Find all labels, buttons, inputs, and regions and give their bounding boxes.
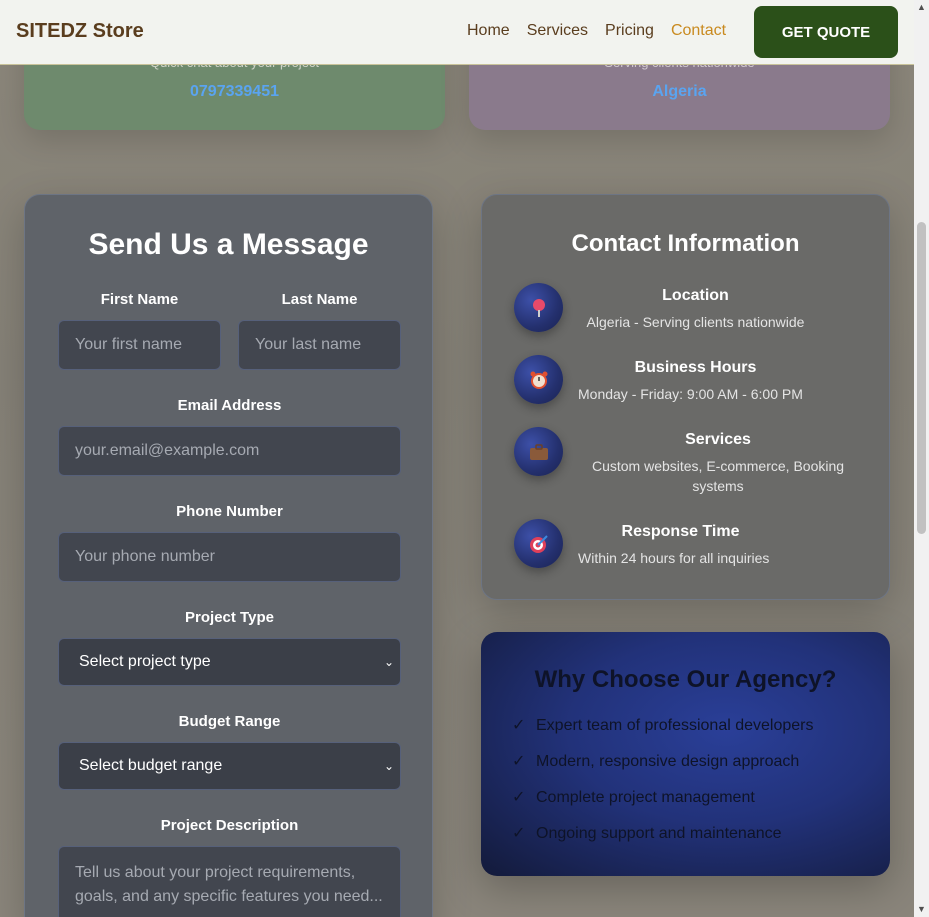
- form-title: Send Us a Message: [88, 228, 369, 261]
- first-name-input[interactable]: Your first name: [58, 320, 221, 370]
- last-name-label: Last Name: [281, 291, 358, 308]
- scrollbar-thumb[interactable]: [917, 222, 926, 534]
- services-heading: Services: [685, 431, 751, 448]
- budget-label: Budget Range: [178, 713, 281, 730]
- email-input[interactable]: your.email@example.com: [58, 426, 401, 476]
- check-icon: ✓: [512, 717, 526, 734]
- location-link[interactable]: Algeria: [469, 83, 890, 101]
- project-type-value: Select project type: [79, 653, 211, 670]
- why-title: Why Choose Our Agency?: [534, 666, 837, 693]
- why-item: ✓ Modern, responsive design approach: [512, 751, 799, 771]
- get-quote-button[interactable]: GET QUOTE: [754, 6, 898, 58]
- chevron-down-icon: ⌄: [383, 759, 394, 773]
- why-item: ✓ Ongoing support and maintenance: [512, 823, 782, 843]
- scroll-up-arrow-icon[interactable]: ▲: [914, 0, 929, 15]
- why-item-text: Ongoing support and maintenance: [536, 825, 782, 842]
- phone-input[interactable]: Your phone number: [58, 532, 401, 582]
- why-item-text: Complete project management: [536, 789, 755, 806]
- email-label: Email Address: [177, 397, 282, 414]
- description-textarea[interactable]: Tell us about your project requirements,…: [58, 846, 401, 917]
- nav-contact[interactable]: Contact: [671, 22, 726, 40]
- navbar: SITEDZ Store Home Services Pricing Conta…: [0, 0, 914, 65]
- why-item-text: Modern, responsive design approach: [536, 753, 800, 770]
- why-item: ✓ Expert team of professional developers: [512, 715, 813, 735]
- why-item: ✓ Complete project management: [512, 787, 755, 807]
- contact-info-title: Contact Information: [571, 230, 800, 257]
- pin-icon: [514, 283, 563, 332]
- project-type-select[interactable]: Select project type ⌄: [58, 638, 401, 686]
- nav-links: Home Services Pricing Contact: [467, 22, 726, 40]
- phone-number-link[interactable]: 0797339451: [24, 83, 445, 101]
- check-icon: ✓: [512, 753, 526, 770]
- budget-select[interactable]: Select budget range ⌄: [58, 742, 401, 790]
- location-text: Algeria - Serving clients nationwide: [586, 314, 805, 330]
- nav-pricing[interactable]: Pricing: [605, 22, 654, 40]
- chevron-down-icon: ⌄: [383, 655, 394, 669]
- first-name-label: First Name: [100, 291, 179, 308]
- response-heading: Response Time: [621, 523, 740, 540]
- why-choose-card: Why Choose Our Agency? ✓ Expert team of p…: [481, 632, 890, 876]
- last-name-input[interactable]: Your last name: [238, 320, 401, 370]
- nav-home[interactable]: Home: [467, 22, 510, 40]
- response-text: Within 24 hours for all inquiries: [578, 550, 770, 566]
- target-icon: [514, 519, 563, 568]
- budget-value: Select budget range: [79, 757, 223, 774]
- check-icon: ✓: [512, 789, 526, 806]
- brand-logo[interactable]: SITEDZ Store: [16, 20, 144, 43]
- location-heading: Location: [662, 287, 729, 304]
- page: Quick chat about your project 0797339451…: [0, 0, 914, 917]
- phone-label: Phone Number: [176, 503, 283, 520]
- scroll-down-arrow-icon[interactable]: ▼: [914, 902, 929, 917]
- hours-heading: Business Hours: [634, 359, 757, 376]
- contact-info-card: Contact Information Location Algeria - S…: [481, 194, 890, 600]
- briefcase-icon: [514, 427, 563, 476]
- nav-services[interactable]: Services: [527, 22, 588, 40]
- why-item-text: Expert team of professional developers: [536, 717, 814, 734]
- hours-text: Monday - Friday: 9:00 AM - 6:00 PM: [578, 386, 803, 402]
- scrollbar[interactable]: ▲ ▼: [914, 0, 929, 917]
- check-icon: ✓: [512, 825, 526, 842]
- contact-form: Send Us a Message First Name Last Name Y…: [24, 194, 433, 917]
- alarm-clock-icon: [514, 355, 563, 404]
- project-type-label: Project Type: [185, 609, 274, 626]
- description-label: Project Description: [160, 817, 299, 834]
- services-text: Custom websites, E-commerce, Booking sys…: [591, 458, 845, 494]
